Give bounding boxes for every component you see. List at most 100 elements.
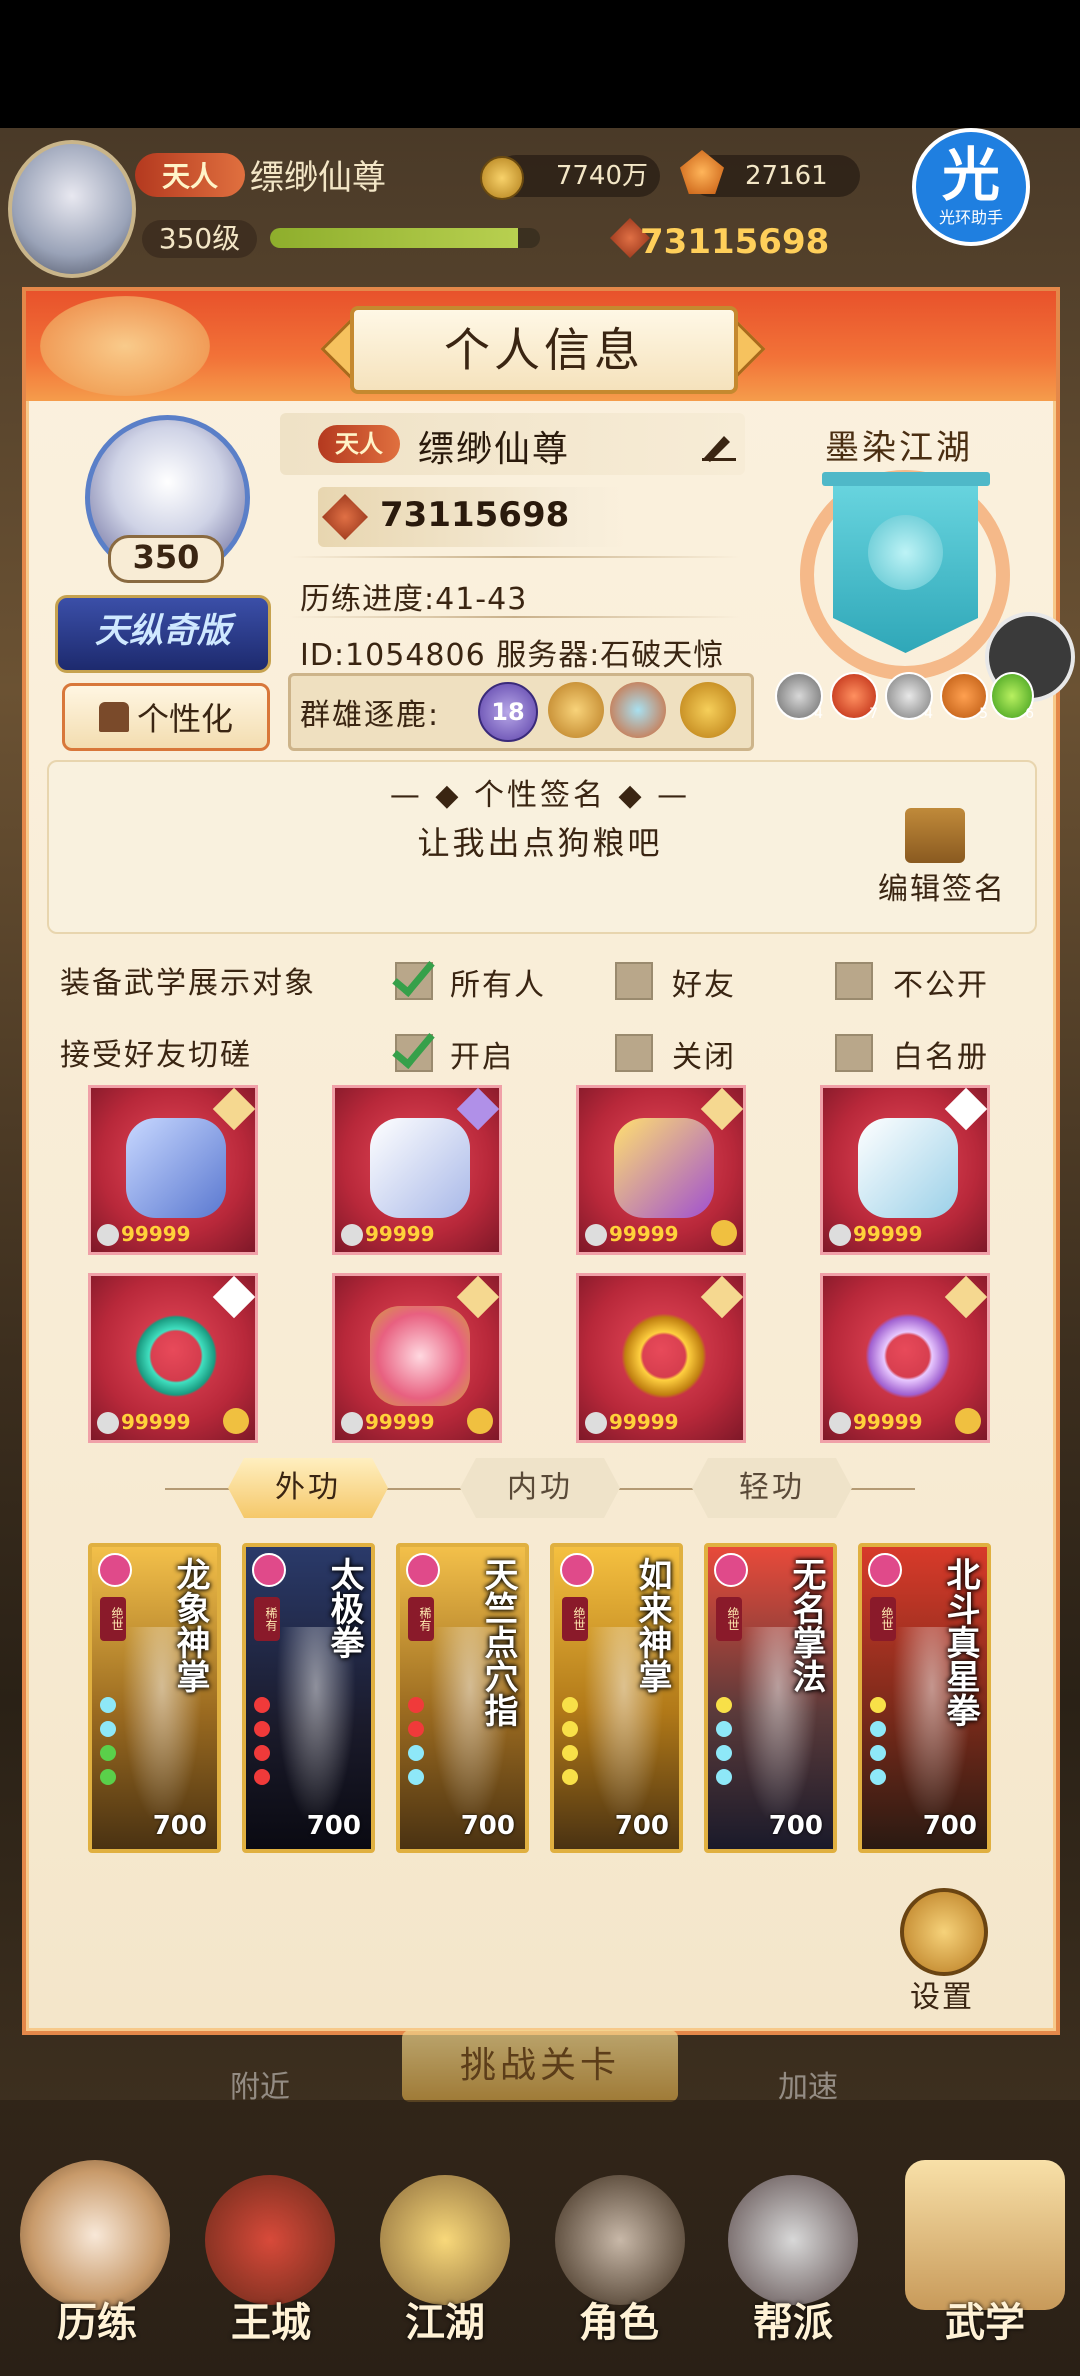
equip-slot-weapon[interactable]: 99999 (88, 1085, 258, 1255)
skill-card[interactable]: 绝世 无名掌法 700 (704, 1543, 837, 1853)
equip-count: 99999 (121, 1410, 191, 1434)
quality-icon (212, 1087, 256, 1131)
checkbox-off[interactable] (615, 1034, 653, 1072)
nav-label-character[interactable]: 角色 (544, 2290, 694, 2348)
edit-signature-button[interactable]: 编辑签名 (878, 864, 1006, 908)
lock-icon (341, 1224, 363, 1246)
quality-icon (700, 1087, 744, 1131)
skill-name: 无名掌法 (786, 1557, 826, 1693)
sect-badge-5-count: 6 (1025, 706, 1034, 722)
skill-rarity: 绝世 (716, 1597, 742, 1641)
nav-city-icon[interactable] (205, 2175, 335, 2305)
sect-badge-3-count: 4 (924, 706, 933, 722)
xp-bar (270, 228, 540, 248)
checkbox-private[interactable] (835, 962, 873, 1000)
belt-icon (614, 1118, 714, 1218)
skill-card[interactable]: 绝世 龙象神掌 700 (88, 1543, 221, 1853)
equip-slot-boots[interactable]: 99999 (820, 1085, 990, 1255)
sect-banner-rod (822, 472, 990, 486)
equip-count: 99999 (853, 1222, 923, 1246)
nav-label-city[interactable]: 王城 (196, 2290, 346, 2348)
progress-text: 历练进度:41-43 (300, 582, 528, 617)
nav-label-jianghu[interactable]: 江湖 (370, 2290, 520, 2348)
equip-count: 99999 (365, 1410, 435, 1434)
crossed-swords-icon[interactable] (610, 682, 666, 738)
checkbox-all[interactable] (395, 962, 433, 1000)
skill-type-icon (714, 1553, 748, 1587)
nav-martial-icon[interactable] (905, 2160, 1065, 2310)
skill-card[interactable]: 绝世 北斗真星拳 700 (858, 1543, 991, 1853)
nav-training-icon[interactable] (20, 2160, 170, 2310)
equip-count: 99999 (365, 1222, 435, 1246)
quality-icon (456, 1087, 500, 1131)
tab-lightness-kungfu[interactable]: 轻功 (692, 1458, 852, 1518)
tab-outer-kungfu[interactable]: 外功 (228, 1458, 388, 1518)
qunxiong-rank-icon[interactable]: 18 (478, 682, 538, 742)
equip-slot-necklace[interactable]: 99999 (88, 1273, 258, 1443)
nav-character-icon[interactable] (555, 2175, 685, 2305)
lock-icon (829, 1412, 851, 1434)
sect-badge-4-count: 5 (979, 706, 988, 722)
equip-slot-bracelet[interactable]: 99999 (820, 1273, 990, 1443)
nav-label-training[interactable]: 历练 (22, 2290, 172, 2348)
id-server-text: ID:1054806 服务器:石破天惊 (300, 638, 725, 673)
power-value-top: 73115698 (640, 222, 830, 262)
quality-icon (212, 1275, 256, 1319)
sect-badge-1-icon: 4 (775, 672, 823, 722)
skill-rarity: 稀有 (254, 1597, 280, 1641)
rank-pill: 天人 (318, 425, 400, 463)
skill-card[interactable]: 稀有 天竺点穴指 700 (396, 1543, 529, 1853)
challenge-button[interactable]: 挑战关卡 (402, 2030, 678, 2102)
checkbox-whitelist[interactable] (835, 1034, 873, 1072)
lock-icon (97, 1412, 119, 1434)
skill-name: 如来神掌 (632, 1557, 672, 1693)
quality-icon (944, 1275, 988, 1319)
personalize-button[interactable]: 个性化 (62, 683, 270, 751)
power-value: 73115698 (380, 495, 570, 535)
equip-count: 99999 (609, 1222, 679, 1246)
skill-type-icon (406, 1553, 440, 1587)
lock-icon (585, 1412, 607, 1434)
assistant-floating-button[interactable]: 光 光环助手 (912, 128, 1030, 246)
sect-badge-2-count: 7 (869, 706, 878, 722)
accept-duel-label: 接受好友切磋 (60, 1038, 252, 1073)
tab-inner-kungfu[interactable]: 内功 (460, 1458, 620, 1518)
option-on-label: 开启 (450, 1040, 514, 1075)
chain-icon (223, 1408, 249, 1434)
rank-text-top: 天人 (161, 160, 218, 193)
checkbox-friends[interactable] (615, 962, 653, 1000)
lock-icon (97, 1224, 119, 1246)
boots-icon (858, 1118, 958, 1218)
search-icon[interactable] (680, 682, 736, 738)
edit-name-icon[interactable] (700, 428, 738, 462)
equip-count: 99999 (121, 1222, 191, 1246)
sect-badge-4-icon: 5 (940, 672, 988, 722)
nav-label-martial[interactable]: 武学 (910, 2290, 1060, 2348)
checkbox-on[interactable] (395, 1034, 433, 1072)
sect-badge-5-icon: 6 (990, 672, 1034, 722)
equip-slot-ring[interactable]: 99999 (576, 1273, 746, 1443)
skill-rarity: 绝世 (100, 1597, 126, 1641)
skill-card[interactable]: 绝世 如来神掌 700 (550, 1543, 683, 1853)
equip-slot-armor[interactable]: 99999 (332, 1085, 502, 1255)
rank-pill-top: 天人 (135, 153, 245, 197)
trident-icon[interactable] (548, 682, 604, 738)
nav-guild-icon[interactable] (728, 2175, 858, 2305)
settings-label[interactable]: 设置 (910, 1972, 974, 2016)
necklace-icon (126, 1306, 226, 1406)
equip-slot-amulet[interactable]: 99999 (332, 1273, 502, 1443)
scroll-edit-icon[interactable] (905, 808, 965, 863)
title-banner[interactable]: 天纵奇版 (55, 595, 271, 673)
skill-card[interactable]: 稀有 太极拳 700 (242, 1543, 375, 1853)
skill-type-icon (98, 1553, 132, 1587)
nav-label-guild[interactable]: 帮派 (718, 2290, 868, 2348)
nav-jianghu-icon[interactable] (380, 2175, 510, 2305)
chain-icon (711, 1220, 737, 1246)
equip-slot-belt[interactable]: 99999 (576, 1085, 746, 1255)
lock-icon (585, 1224, 607, 1246)
yin-yang-settings-icon[interactable] (900, 1888, 988, 1976)
option-all-label: 所有人 (450, 968, 546, 1003)
personalize-label: 个性化 (136, 700, 233, 738)
player-level-top: 350级 (142, 220, 257, 258)
player-avatar-top[interactable] (8, 140, 136, 278)
